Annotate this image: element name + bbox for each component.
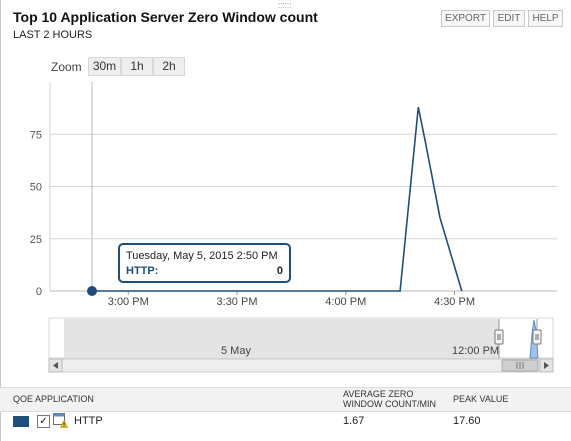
column-header-average-line1: AVERAGE ZERO bbox=[343, 389, 414, 399]
column-header-average-line2: WINDOW COUNT/MIN bbox=[343, 399, 436, 409]
navigator-handle-right[interactable] bbox=[532, 329, 542, 345]
row-app-name: HTTP bbox=[74, 415, 103, 427]
navigator: 5 May 12:00 PM bbox=[48, 317, 554, 373]
series-visibility-checkbox[interactable]: ✓ bbox=[37, 415, 50, 428]
navigator-label-time: 12:00 PM bbox=[452, 345, 499, 357]
navigator-handle-left[interactable] bbox=[494, 329, 504, 345]
row-average-value: 1.67 bbox=[343, 415, 365, 427]
navigator-mask-left bbox=[64, 319, 499, 358]
navigator-label-date: 5 May bbox=[221, 345, 251, 357]
row-peak-value: 17.60 bbox=[453, 415, 481, 427]
scrollbar-track[interactable] bbox=[48, 358, 554, 373]
application-warning-icon bbox=[53, 413, 68, 428]
column-header-peak: PEAK VALUE bbox=[453, 394, 509, 404]
column-header-application: QOE APPLICATION bbox=[13, 394, 94, 404]
table-row: ✓ HTTP 1.67 17.60 bbox=[0, 411, 571, 433]
legend-header: QOE APPLICATION AVERAGE ZERO WINDOW COUN… bbox=[0, 387, 571, 412]
series-color-swatch bbox=[13, 416, 29, 427]
